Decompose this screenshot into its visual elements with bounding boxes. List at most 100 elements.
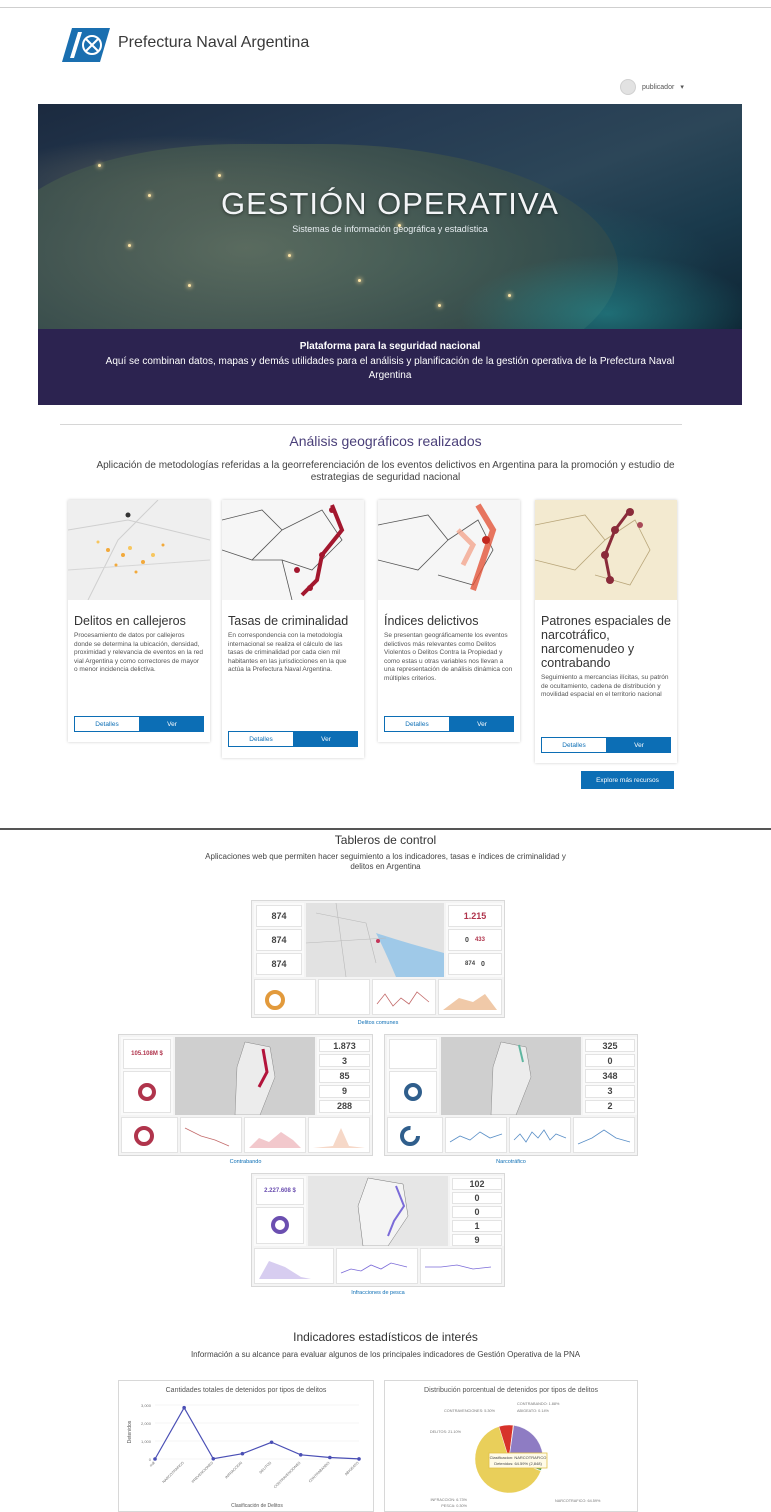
details-button[interactable]: Detalles xyxy=(74,716,140,732)
donut-chart-icon xyxy=(134,1126,154,1146)
kpi-value: 0 xyxy=(607,1055,613,1066)
dashboard-map xyxy=(441,1037,581,1116)
analysis-subtitle: Aplicación de metodologías referidas a l… xyxy=(96,460,675,483)
banner-title: Plataforma para la seguridad nacional xyxy=(299,341,481,352)
platform-banner: Plataforma para la seguridad nacional Aq… xyxy=(38,329,742,405)
hero-banner: GESTIÓN OPERATIVA Sistemas de informació… xyxy=(38,104,742,329)
data-point xyxy=(211,1456,216,1461)
details-button[interactable]: Detalles xyxy=(228,731,294,747)
kpi-value: 105.108M $ xyxy=(131,1051,163,1057)
line-panel xyxy=(180,1117,242,1153)
view-button[interactable]: Ver xyxy=(140,716,204,732)
area-chart-icon xyxy=(249,1132,301,1148)
line-panel xyxy=(573,1117,635,1153)
card-thumbnail[interactable] xyxy=(378,500,520,600)
card-text: Procesamiento de datos por callejeros do… xyxy=(74,632,203,673)
x-tick-label: NARCOTRAFICO xyxy=(162,1461,185,1484)
pie-label: DELITOS: 21.10% xyxy=(430,1430,462,1434)
data-point xyxy=(182,1405,186,1410)
kpi-value: 288 xyxy=(336,1101,353,1112)
card-title: Patrones espaciales de narcotráfico, nar… xyxy=(541,614,671,670)
dashboard-delitos-comunes[interactable]: 874 874 874 1.215 0 433 874 0 xyxy=(251,900,505,1018)
line-panel xyxy=(509,1117,571,1153)
pie-chart[interactable]: CONTRABANDO: 1.88% ABIGEATO: 0.14% CONTRAV… xyxy=(385,1381,639,1512)
x-tick-label: INFRACCION xyxy=(224,1461,243,1480)
dashboard-narcotrafico[interactable]: 325 0 348 3 2 xyxy=(384,1034,638,1156)
pie-label: CONTRAVENCIONES: 5.30% xyxy=(444,1409,496,1413)
series-line xyxy=(154,1406,360,1460)
dashboard-caption[interactable]: Delitos comunes xyxy=(251,1020,505,1026)
city-light xyxy=(438,304,441,307)
dashboard-panels xyxy=(121,1117,370,1153)
area-panel xyxy=(254,1248,334,1284)
details-button[interactable]: Detalles xyxy=(384,716,450,732)
line-chart[interactable]: 3,0002,0001,0000Detenidosnull NARCOTRAFIC… xyxy=(119,1381,375,1512)
card-text: Seguimiento a mercancías ilícitas, su pa… xyxy=(541,674,669,698)
view-button[interactable]: Ver xyxy=(607,737,671,753)
kpi-value: 3 xyxy=(341,1055,347,1066)
dashboard-contrabando[interactable]: 105.108M $ 1.873 3 85 9 288 xyxy=(118,1034,373,1156)
kpi-column: 874 874 874 xyxy=(254,903,304,977)
y-tick-label: 2,000 xyxy=(141,1421,152,1426)
dashboard-infracciones-pesca[interactable]: 2.227.608 $ 102 0 0 1 9 xyxy=(251,1173,505,1287)
data-point xyxy=(357,1457,361,1461)
crime-index-map-icon xyxy=(378,503,497,591)
card-thumbnail[interactable] xyxy=(222,500,364,600)
explore-more-button[interactable]: Explore más recursos xyxy=(581,771,674,789)
kpi-box: 1 xyxy=(452,1220,502,1232)
kpi-value: 9 xyxy=(341,1086,347,1097)
dashboard-caption[interactable]: Infracciones de pesca xyxy=(251,1290,505,1296)
donut-panel xyxy=(387,1117,443,1153)
line-chart-card: Cantidades totales de detenidos por tipo… xyxy=(118,1380,374,1512)
kpi-box: 2 xyxy=(585,1099,635,1114)
kpi-value: 325 xyxy=(602,1040,618,1051)
line-panel xyxy=(372,979,436,1015)
area-panel xyxy=(308,1117,370,1153)
kpi-box: 3 xyxy=(319,1054,370,1068)
trend-line-icon xyxy=(449,1131,503,1143)
kpi-column: 325 0 348 3 2 xyxy=(583,1037,637,1115)
area-panel xyxy=(244,1117,306,1153)
view-button[interactable]: Ver xyxy=(450,716,514,732)
tooltip-text: Clasificacion: NARCOTRAFICO xyxy=(490,1455,547,1460)
line-panel xyxy=(445,1117,507,1153)
kpi-value: 85 xyxy=(339,1071,350,1081)
dashboard-caption[interactable]: Narcotráfico xyxy=(384,1159,638,1165)
kpi-column: 102 0 0 1 9 xyxy=(450,1176,504,1246)
card-thumbnail[interactable] xyxy=(535,500,677,600)
pna-logo-icon xyxy=(62,28,110,62)
details-button[interactable]: Detalles xyxy=(541,737,607,753)
kpi-box: 105.108M $ xyxy=(123,1039,171,1069)
donut-panel xyxy=(121,1117,178,1153)
donut-chart-icon xyxy=(271,1216,289,1235)
card-thumbnail[interactable] xyxy=(68,500,210,600)
dashboard-panels xyxy=(254,979,502,1015)
kpi-box: 874 0 xyxy=(448,953,502,975)
top-divider xyxy=(0,7,771,8)
donut-chart-icon xyxy=(265,990,285,1010)
avatar xyxy=(620,79,636,95)
kpi-value: 2.227.608 $ xyxy=(264,1188,296,1195)
kpi-value: 874 xyxy=(271,911,287,921)
data-point xyxy=(269,1440,274,1445)
user-menu[interactable]: publicador ▾ xyxy=(620,79,684,95)
data-point xyxy=(153,1457,157,1461)
brand-name[interactable]: Prefectura Naval Argentina xyxy=(118,34,309,52)
kpi-column: 105.108M $ xyxy=(121,1037,173,1115)
view-button[interactable]: Ver xyxy=(294,731,358,747)
kpi-box xyxy=(389,1071,437,1113)
card-title: Delitos en callejeros xyxy=(74,614,186,628)
kpi-box: 325 xyxy=(585,1039,635,1053)
x-tick-label: PREVENCIONES xyxy=(191,1460,214,1483)
kpi-box xyxy=(389,1039,437,1069)
pna-logo[interactable] xyxy=(60,26,112,64)
area-chart-icon xyxy=(259,1261,311,1279)
kpi-box: 9 xyxy=(452,1234,502,1246)
trend-line-icon xyxy=(376,991,430,1007)
donut-chart-icon xyxy=(138,1083,156,1101)
dashboard-caption[interactable]: Contrabando xyxy=(118,1159,373,1165)
hero-title: GESTIÓN OPERATIVA xyxy=(221,186,559,221)
area-chart-icon xyxy=(443,994,497,1010)
city-light xyxy=(128,244,131,247)
kpi-column xyxy=(387,1037,439,1115)
